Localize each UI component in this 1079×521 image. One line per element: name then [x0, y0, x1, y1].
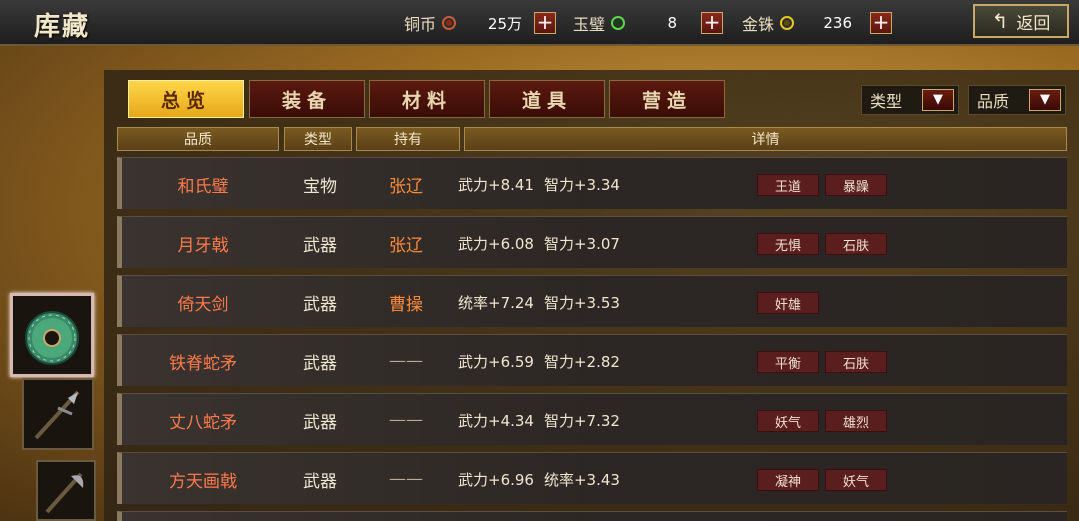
table-row[interactable]: 倚天剑 武器 曹操 统率+7.24 智力+3.53 奸雄 [117, 275, 1067, 327]
item-holder: 曹操 [389, 294, 423, 315]
page-title: 库藏 [34, 12, 91, 42]
gold-icon [780, 16, 795, 30]
trait-tag: 石肤 [825, 351, 887, 373]
return-arrow-icon: ↰ [991, 9, 1009, 33]
item-name: 铁脊蛇矛 [169, 353, 237, 374]
item-holder: 张辽 [389, 176, 423, 197]
trait-tag: 石肤 [825, 233, 887, 255]
add-gold-button[interactable]: + [870, 12, 892, 34]
item-name: 方天画戟 [169, 471, 237, 492]
filter-label: 类型 [870, 92, 903, 111]
back-button[interactable]: ↰ 返回 [973, 4, 1069, 38]
filter-label: 品质 [977, 92, 1010, 111]
stat: 智力+3.34 [543, 175, 620, 194]
trait-tag: 妖气 [825, 469, 887, 491]
trait-tag: 王道 [757, 174, 819, 196]
stat: 武力+6.59 [458, 352, 534, 371]
stat: 统率+7.24 [458, 293, 534, 312]
item-holder: —— [389, 351, 423, 371]
item-type: 武器 [303, 471, 337, 492]
trait-tag: 凝神 [757, 469, 819, 491]
top-bar: 库藏 铜币 25万 + 玉璧 8 + 金铢 236 + ↰ 返回 [0, 0, 1079, 46]
spear-icon [34, 390, 80, 440]
jade-icon [611, 16, 626, 30]
item-type: 武器 [303, 235, 337, 256]
tab-materials[interactable]: 材料 [369, 80, 485, 118]
table-row[interactable] [117, 511, 1067, 521]
column-header-type[interactable]: 类型 [284, 127, 352, 151]
stat: 武力+6.08 [458, 234, 534, 253]
column-header-details: 详情 [464, 127, 1067, 151]
item-type: 武器 [303, 353, 337, 374]
tab-items[interactable]: 道具 [489, 80, 605, 118]
column-header-quality[interactable]: 品质 [117, 127, 279, 151]
stat: 智力+3.53 [543, 293, 620, 312]
chevron-down-icon: ▼ [922, 89, 954, 111]
table-row[interactable]: 铁脊蛇矛 武器 —— 武力+6.59 智力+2.82 平衡 石肤 [117, 334, 1067, 386]
resource-jade: 玉璧 8 + [573, 9, 725, 37]
resource-gold: 金铢 236 + [742, 9, 894, 37]
stat: 统率+3.43 [543, 470, 620, 489]
chevron-down-icon: ▼ [1029, 89, 1061, 111]
stat: 武力+8.41 [458, 175, 534, 194]
item-stats: 武力+6.59 智力+2.82 [458, 335, 758, 387]
item-holder: —— [389, 469, 423, 489]
trait-tag: 奸雄 [757, 292, 819, 314]
stat: 智力+2.82 [543, 352, 620, 371]
item-stats: 武力+6.96 统率+3.43 [458, 453, 758, 505]
trait-tag: 暴躁 [825, 174, 887, 196]
trait-tag: 平衡 [757, 351, 819, 373]
item-name: 和氏璧 [177, 176, 229, 197]
add-jade-button[interactable]: + [701, 12, 723, 34]
item-name: 月牙戟 [177, 235, 229, 256]
resource-label: 金铢 [742, 15, 775, 34]
tab-overview[interactable]: 总览 [128, 80, 244, 118]
table-row[interactable]: 方天画戟 武器 —— 武力+6.96 统率+3.43 凝神 妖气 [117, 452, 1067, 504]
resource-label: 玉璧 [573, 15, 606, 34]
tab-equipment[interactable]: 装备 [249, 80, 365, 118]
stat: 武力+6.96 [458, 470, 534, 489]
item-stats: 统率+7.24 智力+3.53 [458, 276, 758, 328]
side-item-spear[interactable] [22, 378, 94, 450]
resource-value: 25万 [487, 14, 522, 33]
side-item-halberd[interactable] [36, 460, 96, 521]
add-copper-button[interactable]: + [534, 12, 556, 34]
table-row[interactable]: 丈八蛇矛 武器 —— 武力+4.34 智力+7.32 妖气 雄烈 [117, 393, 1067, 445]
trait-tag: 雄烈 [825, 410, 887, 432]
back-label: 返回 [1016, 13, 1051, 34]
stat: 智力+7.32 [543, 411, 620, 430]
item-stats: 武力+8.41 智力+3.34 [458, 158, 758, 210]
table-row[interactable]: 和氏璧 宝物 张辽 武力+8.41 智力+3.34 王道 暴躁 [117, 157, 1067, 209]
quality-filter-dropdown[interactable]: 品质 ▼ [968, 85, 1066, 115]
type-filter-dropdown[interactable]: 类型 ▼ [861, 85, 959, 115]
stat: 武力+4.34 [458, 411, 534, 430]
copper-coin-icon [442, 16, 457, 30]
item-type: 武器 [303, 412, 337, 433]
item-name: 丈八蛇矛 [169, 412, 237, 433]
trait-tag: 妖气 [757, 410, 819, 432]
item-holder: 张辽 [389, 235, 423, 256]
resource-copper: 铜币 25万 + [404, 9, 556, 37]
trait-tag: 无惧 [757, 233, 819, 255]
item-type: 宝物 [303, 176, 337, 197]
tab-construction[interactable]: 营造 [609, 80, 725, 118]
jade-bi-icon [25, 311, 79, 365]
item-type: 武器 [303, 294, 337, 315]
item-stats: 武力+4.34 智力+7.32 [458, 394, 758, 446]
halberd-icon [45, 472, 84, 513]
item-stats: 武力+6.08 智力+3.07 [458, 217, 758, 269]
resource-label: 铜币 [404, 15, 437, 34]
item-name: 倚天剑 [177, 294, 229, 315]
side-item-jade-bi[interactable] [10, 293, 94, 377]
resource-value: 8 [667, 14, 677, 32]
table-row[interactable]: 月牙戟 武器 张辽 武力+6.08 智力+3.07 无惧 石肤 [117, 216, 1067, 268]
stat: 智力+3.07 [543, 234, 620, 253]
item-holder: —— [389, 410, 423, 430]
column-header-holder[interactable]: 持有 [356, 127, 460, 151]
resource-value: 236 [823, 14, 852, 32]
